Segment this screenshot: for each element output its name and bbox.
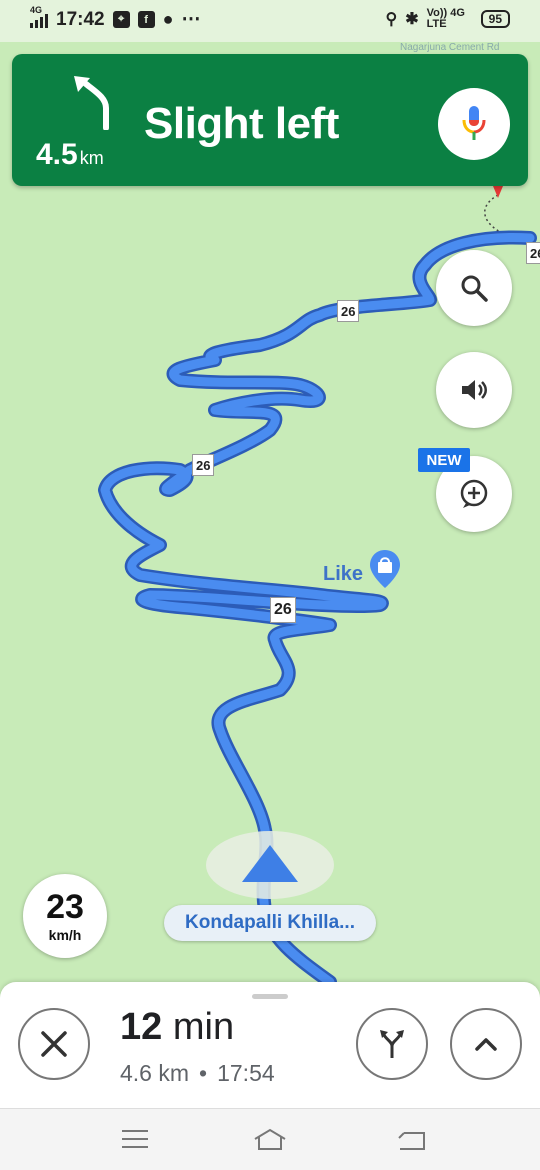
alternate-routes-button[interactable] (356, 1008, 428, 1080)
speed-unit: km/h (48, 927, 82, 943)
new-badge: NEW (418, 448, 470, 472)
shopping-bag-pin-icon[interactable] (370, 550, 400, 593)
close-icon (41, 1031, 67, 1057)
trip-duration: 12 min (120, 1006, 234, 1049)
road-shield: 26 (337, 300, 360, 322)
battery-indicator: 95 (480, 10, 510, 28)
distance-unit: km (79, 148, 104, 168)
turn-instruction: Slight left (144, 99, 339, 148)
duration-value: 12 (120, 1006, 163, 1048)
status-time: 17:42 (56, 8, 105, 30)
distance-value: 4.5 (36, 138, 78, 171)
trip-distance: 4.6 km (120, 1060, 190, 1086)
chat-icon: ● (162, 9, 174, 29)
trip-summary-sheet[interactable]: 12 min 4.6 km • 17:54 (0, 982, 540, 1108)
add-comment-icon (460, 479, 488, 508)
microphone-icon (462, 106, 486, 140)
road-shield: 26 (270, 597, 296, 623)
signal-icon: 4G (30, 5, 48, 28)
destination-marker-icon (493, 186, 503, 198)
menu-icon[interactable] (120, 1127, 150, 1156)
dotted-path (484, 194, 501, 233)
exit-navigation-button[interactable] (18, 1008, 90, 1080)
poi-label[interactable]: Like (323, 563, 363, 586)
chevron-up-icon (475, 1038, 497, 1051)
status-bar: 4G 17:42 ⌖ f ● ⋯ ⚲ ✱ Vo)) 4G LTE 95 (0, 0, 540, 42)
road-shield: 26 (192, 454, 215, 476)
speedometer: 23 km/h (23, 874, 107, 958)
slight-left-arrow-icon (66, 74, 116, 135)
speed-value: 23 (46, 888, 84, 926)
road-shield: 26 (526, 242, 540, 264)
fork-route-icon (380, 1030, 404, 1058)
volte-icon: Vo)) 4G LTE (426, 7, 465, 30)
network-type: 4G (30, 4, 43, 15)
search-button[interactable] (436, 250, 512, 326)
search-icon (461, 275, 488, 302)
system-navigation-bar (0, 1108, 540, 1170)
volume-icon (462, 380, 487, 400)
turn-distance: 4.5 km (36, 138, 104, 172)
arrival-time: 17:54 (217, 1060, 275, 1086)
bluetooth-icon: ✱ (405, 11, 419, 28)
trip-details: 4.6 km • 17:54 (120, 1060, 275, 1087)
navigation-banner[interactable]: 4.5 km Slight left (12, 54, 528, 186)
separator: • (199, 1060, 208, 1086)
duration-unit: min (172, 1006, 235, 1048)
back-icon[interactable] (396, 1127, 428, 1158)
audio-button[interactable] (436, 352, 512, 428)
drag-handle[interactable] (252, 994, 288, 999)
home-icon[interactable] (252, 1127, 288, 1158)
location-icon: ⚲ (385, 11, 398, 28)
destination-label[interactable]: Kondapalli Khilla... (164, 905, 376, 941)
more-icon: ⋯ (181, 9, 201, 30)
facebook-icon: f (137, 11, 155, 28)
voice-search-button[interactable] (438, 88, 510, 160)
expand-sheet-button[interactable] (450, 1008, 522, 1080)
maps-icon: ⌖ (112, 11, 130, 28)
